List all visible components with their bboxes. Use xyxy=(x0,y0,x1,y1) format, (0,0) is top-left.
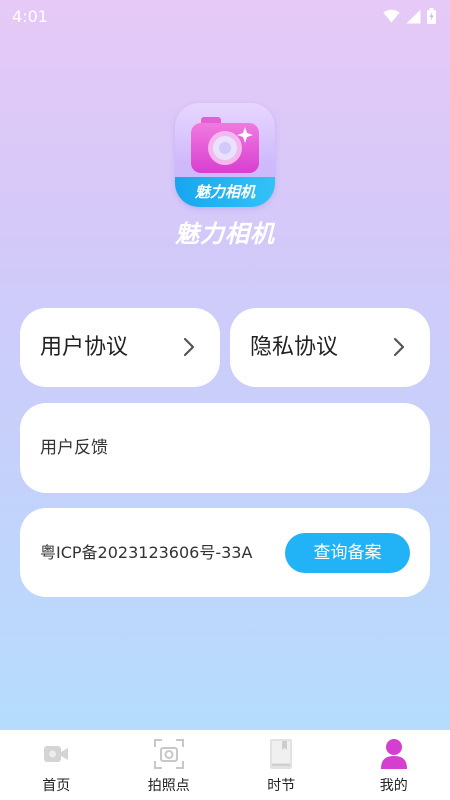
signal-icon xyxy=(406,9,421,23)
bottom-tab-bar: 首页 拍照点 时节 我的 xyxy=(0,730,450,800)
scan-camera-icon xyxy=(153,738,185,770)
status-bar: 4:01 xyxy=(0,0,450,32)
book-icon xyxy=(265,738,297,770)
user-agreement-label: 用户协议 xyxy=(40,335,129,360)
status-icons xyxy=(383,8,436,24)
icp-number: 粤ICP备2023123606号-33A xyxy=(40,543,253,562)
camera-icon xyxy=(191,117,259,173)
user-agreement-card[interactable]: 用户协议 xyxy=(20,308,220,387)
tab-label: 时节 xyxy=(267,778,296,794)
wifi-icon xyxy=(383,9,400,23)
chevron-right-icon xyxy=(183,337,195,357)
privacy-agreement-card[interactable]: 隐私协议 xyxy=(230,308,430,387)
tab-home[interactable]: 首页 xyxy=(0,730,113,800)
tab-mine[interactable]: 我的 xyxy=(338,730,450,800)
status-time: 4:01 xyxy=(12,6,48,26)
person-icon xyxy=(378,738,410,770)
app-name: 魅力相机 xyxy=(175,220,275,248)
tab-photo-spots[interactable]: 拍照点 xyxy=(113,730,226,800)
privacy-agreement-label: 隐私协议 xyxy=(250,335,339,360)
battery-icon xyxy=(427,8,436,24)
chevron-right-icon xyxy=(393,337,405,357)
tab-seasons[interactable]: 时节 xyxy=(225,730,338,800)
video-camera-icon xyxy=(40,738,72,770)
tab-label: 首页 xyxy=(42,778,71,794)
query-filing-button[interactable]: 查询备案 xyxy=(285,533,410,573)
tab-label: 拍照点 xyxy=(147,778,190,794)
app-logo: 魅力相机 xyxy=(175,103,275,207)
tab-label: 我的 xyxy=(379,778,408,794)
icp-card: 粤ICP备2023123606号-33A 查询备案 xyxy=(20,508,430,597)
feedback-card[interactable]: 用户反馈 xyxy=(20,403,430,493)
logo-banner-text: 魅力相机 xyxy=(175,177,275,207)
feedback-label: 用户反馈 xyxy=(40,438,108,458)
